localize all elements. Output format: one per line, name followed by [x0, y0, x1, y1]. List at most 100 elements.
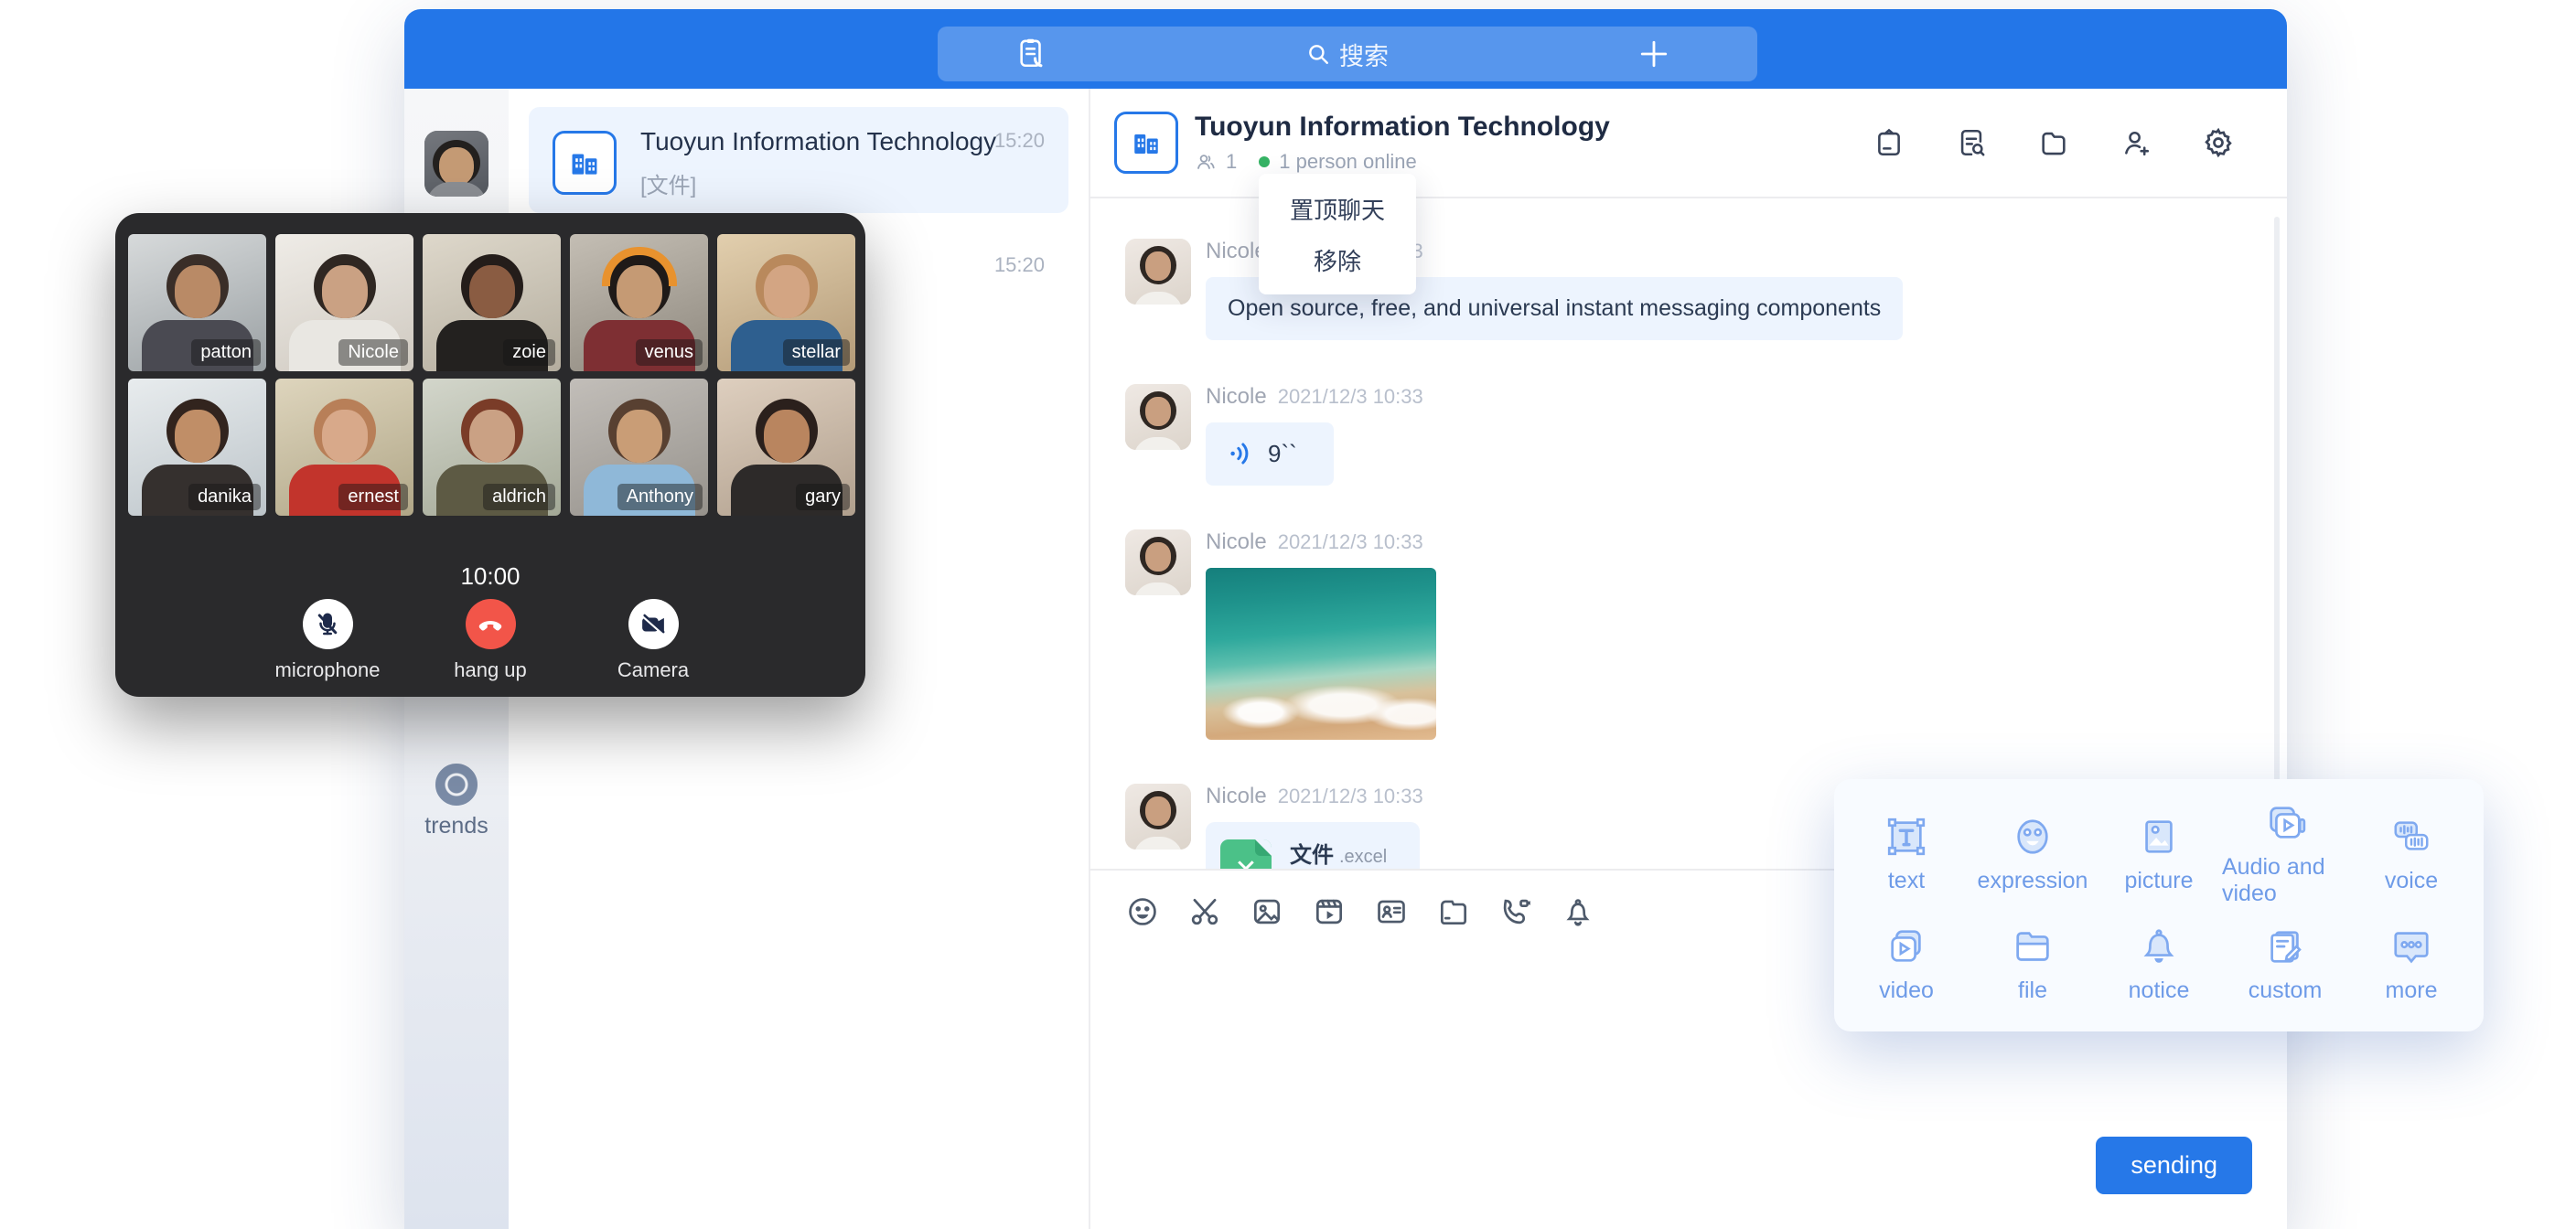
sender-avatar[interactable]	[1125, 784, 1191, 850]
send-video-icon[interactable]	[1312, 894, 1347, 929]
call-participant-tile: patton	[128, 234, 266, 371]
voice-bubble[interactable]: 9``	[1206, 422, 1334, 486]
sender-name: Nicole	[1206, 239, 1267, 263]
call-icon[interactable]	[1498, 894, 1533, 929]
sender-name: Nicole	[1206, 529, 1267, 554]
chat-title: Tuoyun Information Technology	[1195, 112, 1872, 143]
search-bar[interactable]: 搜索	[938, 27, 1757, 81]
notification-bell-icon[interactable]	[1561, 894, 1595, 929]
conversation-time: 15:20	[994, 129, 1045, 153]
participant-name-label: venus	[636, 339, 703, 366]
message-list: Nicole2021/12/3 10:33 Open source, free,…	[1089, 198, 2287, 869]
screenshot-scissors-icon[interactable]	[1187, 894, 1222, 929]
voice-icon	[2389, 815, 2433, 859]
call-participant-tile: Nicole	[275, 234, 413, 371]
search-placeholder: 搜索	[1339, 37, 1389, 72]
call-participant-tile: aldrich	[423, 379, 561, 516]
participant-grid: patton Nicole zoie venus stellar danika …	[128, 234, 856, 516]
panel-item-label: Audio and video	[2222, 854, 2348, 907]
my-avatar[interactable]	[424, 131, 488, 197]
voice-wave-icon	[1228, 440, 1255, 467]
sender-avatar[interactable]	[1125, 384, 1191, 450]
panel-item-picture[interactable]: picture	[2096, 799, 2222, 909]
expression-icon	[2011, 815, 2055, 859]
messages-scrollbar[interactable]	[2274, 217, 2280, 802]
panel-item-video[interactable]: video	[1843, 909, 1970, 1019]
emoji-icon[interactable]	[1125, 894, 1160, 929]
nav-item-trends[interactable]: trends	[404, 764, 509, 839]
video-icon	[1884, 924, 1928, 968]
group-notice-icon[interactable]	[1872, 125, 1906, 160]
conversation-preview: [文件]	[640, 167, 696, 199]
send-button[interactable]: sending	[2096, 1137, 2252, 1194]
panel-item-more[interactable]: more	[2348, 909, 2474, 1019]
custom-icon	[2263, 924, 2307, 968]
notice-bell-icon	[2137, 924, 2181, 968]
call-participant-tile: stellar	[717, 234, 855, 371]
participant-name-label: Nicole	[338, 339, 408, 366]
message-time: 2021/12/3 10:33	[1278, 385, 1423, 408]
message-type-panel: text expression picture	[1834, 779, 2484, 1031]
group-files-icon[interactable]	[2036, 125, 2071, 160]
contact-card-icon[interactable]	[1374, 894, 1409, 929]
add-member-icon[interactable]	[2119, 125, 2153, 160]
group-icon	[1114, 112, 1178, 174]
sender-name: Nicole	[1206, 784, 1267, 808]
participant-name-label: aldrich	[483, 484, 555, 510]
call-participant-tile: gary	[717, 379, 855, 516]
menu-item-pin-chat[interactable]: 置顶聊天	[1259, 183, 1416, 234]
call-timer: 10:00	[115, 562, 865, 591]
message-time: 2021/12/3 10:33	[1278, 530, 1423, 553]
call-participant-tile: ernest	[275, 379, 413, 516]
panel-item-label: file	[2018, 978, 2047, 1004]
group-icon	[553, 131, 617, 195]
search-icon	[1306, 42, 1330, 66]
search-field[interactable]: 搜索	[938, 27, 1757, 81]
panel-item-voice[interactable]: voice	[2348, 799, 2474, 909]
panel-item-custom[interactable]: custom	[2222, 909, 2348, 1019]
conversation-item[interactable]: Tuoyun Information Technology [文件] 15:20	[529, 107, 1068, 213]
text-icon	[1884, 815, 1928, 859]
menu-item-remove[interactable]: 移除	[1259, 234, 1416, 285]
send-file-icon[interactable]	[1436, 894, 1471, 929]
message-image: Nicole 2021/12/3 10:33	[1125, 529, 2250, 740]
members-icon	[1195, 151, 1217, 173]
settings-gear-icon[interactable]	[2201, 125, 2236, 160]
panel-item-label: voice	[2385, 868, 2438, 894]
message-voice: Nicole2021/12/3 10:33 9``	[1125, 384, 2250, 486]
sender-avatar[interactable]	[1125, 529, 1191, 595]
panel-item-label: picture	[2124, 868, 2193, 894]
add-button[interactable]	[1638, 27, 1669, 81]
online-status: 1 person online	[1279, 150, 1416, 174]
more-icon	[2389, 924, 2433, 968]
panel-item-text[interactable]: text	[1843, 799, 1970, 909]
panel-item-label: notice	[2129, 978, 2190, 1004]
send-picture-icon[interactable]	[1250, 894, 1284, 929]
excel-file-icon: ✕	[1220, 839, 1272, 869]
image-attachment-beach[interactable]	[1206, 568, 1436, 740]
top-bar: 搜索	[404, 9, 2287, 89]
panel-item-audio-video[interactable]: Audio and video	[2222, 799, 2348, 909]
hang-up-button[interactable]	[466, 599, 516, 649]
call-participant-tile: zoie	[423, 234, 561, 371]
conversation-title: Tuoyun Information Technology	[640, 127, 996, 156]
camera-muted-button[interactable]	[628, 599, 679, 649]
microphone-muted-button[interactable]	[303, 599, 353, 649]
panel-item-file[interactable]: file	[1970, 909, 2096, 1019]
participant-name-label: patton	[191, 339, 261, 366]
chat-history-search-icon[interactable]	[1954, 125, 1989, 160]
online-dot	[1259, 156, 1270, 167]
context-menu: 置顶聊天 移除	[1259, 174, 1416, 294]
panel-item-label: custom	[2249, 978, 2323, 1004]
member-count: 1	[1226, 150, 1237, 174]
call-participant-tile: danika	[128, 379, 266, 516]
panel-item-expression[interactable]: expression	[1970, 799, 2096, 909]
file-ext: .excel	[1339, 847, 1387, 867]
participant-name-label: gary	[796, 484, 850, 510]
participant-name-label: Anthony	[617, 484, 703, 510]
sender-avatar[interactable]	[1125, 239, 1191, 305]
participant-name-label: zoie	[503, 339, 555, 366]
panel-item-label: more	[2386, 978, 2438, 1004]
panel-item-notice[interactable]: notice	[2096, 909, 2222, 1019]
file-bubble[interactable]: ✕ 文件.excel 12.8M	[1206, 822, 1420, 869]
